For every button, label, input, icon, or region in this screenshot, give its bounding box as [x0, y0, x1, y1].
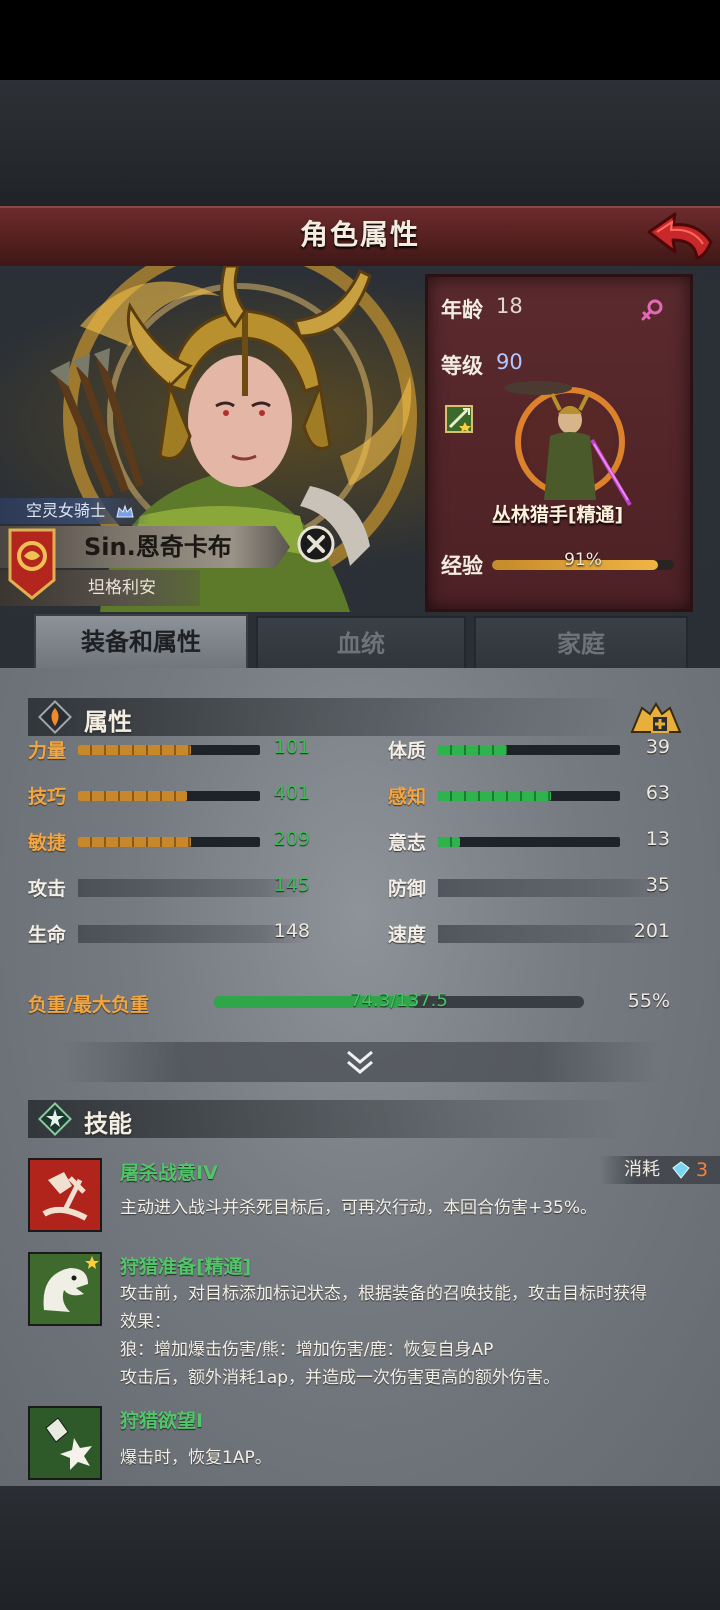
stat-value: 35 [645, 874, 670, 896]
tab-bloodline[interactable]: 血统 [256, 616, 466, 672]
attributes-icon [38, 700, 72, 734]
skill-description: 主动进入战斗并杀死目标后，可再次行动，本回合伤害+35%。 [120, 1198, 598, 1218]
diamond-icon [672, 1161, 690, 1179]
female-gender-icon [641, 299, 663, 321]
stat-value: 13 [645, 828, 670, 850]
stat-label: 速度 [388, 924, 427, 946]
attributes-title: 属性 [84, 708, 132, 736]
back-button[interactable] [645, 210, 715, 262]
class-figure-icon [504, 381, 632, 507]
stat-value: 148 [273, 920, 310, 942]
weapon-skill-icon[interactable] [445, 405, 473, 433]
stat-label: 力量 [28, 740, 67, 762]
stat-value: 145 [273, 874, 310, 896]
skill-description: 攻击后，额外消耗1ap，并造成一次伤害更高的额外伤害。 [120, 1368, 561, 1388]
house-emblem-icon [8, 528, 56, 600]
stat-value: 101 [273, 736, 310, 758]
skills-title: 技能 [84, 1110, 132, 1138]
stat-bar-fill [438, 745, 507, 755]
stat-label: 敏捷 [28, 832, 67, 854]
stat-value: 63 [645, 782, 670, 804]
xp-label: 经验 [441, 554, 483, 578]
stat-bar-fill [438, 837, 460, 847]
stat-value: 401 [273, 782, 310, 804]
load-percent: 55% [627, 990, 670, 1012]
stat-bar-track [438, 837, 620, 847]
stat-label: 防御 [388, 878, 427, 900]
age-label: 年龄 [441, 298, 483, 322]
stone-footer [0, 1486, 720, 1610]
level-value: 90 [496, 350, 523, 374]
level-label: 等级 [441, 354, 483, 378]
tab-family[interactable]: 家庭 [474, 616, 688, 672]
stat-label: 意志 [388, 832, 427, 854]
cost-label: 消耗 [624, 1159, 660, 1180]
skill-description: 攻击前，对目标添加标记状态，根据装备的召唤技能，攻击目标时获得 [120, 1284, 647, 1304]
homeland-label: 坦格利安 [88, 578, 156, 598]
stat-value: 209 [273, 828, 310, 850]
skill-description: 爆击时，恢复1AP。 [120, 1448, 272, 1468]
cost-value: 3 [696, 1159, 709, 1181]
stat-bar-fill [438, 791, 551, 801]
class-name: 丛林猎手[精通] [491, 504, 624, 526]
load-value: 74.3/137.5 [350, 990, 448, 1011]
chevron-down-icon[interactable] [344, 1046, 376, 1078]
crown-icon [116, 504, 134, 518]
close-icon[interactable] [296, 524, 336, 564]
tab-equipment-attributes[interactable]: 装备和属性 [34, 614, 248, 672]
skill-name: 狩猎欲望I [120, 1410, 204, 1432]
stat-label: 生命 [28, 924, 67, 946]
character-name: Sin.恩奇卡布 [84, 533, 232, 561]
stat-bar-fill [78, 745, 191, 755]
skill-description: 狼：增加爆击伤害/熊：增加伤害/鹿：恢复自身AP [120, 1340, 494, 1360]
skill-hunt-prep-icon[interactable] [28, 1252, 102, 1326]
stat-bar-fill [78, 837, 191, 847]
stone-background [0, 80, 720, 206]
load-label: 负重/最大负重 [28, 994, 149, 1016]
age-value: 18 [496, 294, 523, 318]
stat-value: 201 [633, 920, 670, 942]
stat-label: 攻击 [28, 878, 67, 900]
skill-hunt-desire-icon[interactable] [28, 1406, 102, 1480]
stat-label: 感知 [388, 786, 427, 808]
skill-slaughter-icon[interactable] [28, 1158, 102, 1232]
skill-description: 效果： [120, 1312, 171, 1332]
page-title: 角色属性 [299, 218, 420, 251]
status-bar [0, 0, 720, 80]
stat-label: 技巧 [28, 786, 67, 808]
skill-name: 屠杀战意IV [120, 1162, 218, 1184]
back-arrow-icon [647, 212, 713, 260]
class-title: 空灵女骑士 [26, 501, 107, 520]
skills-icon [38, 1102, 72, 1136]
skill-name: 狩猎准备[精通] [120, 1256, 252, 1278]
stat-value: 39 [645, 736, 670, 758]
stat-bar-fill [78, 791, 187, 801]
stat-label: 体质 [388, 740, 427, 762]
xp-percent: 91% [564, 550, 602, 570]
attribute-allocation-icon[interactable] [626, 698, 686, 738]
